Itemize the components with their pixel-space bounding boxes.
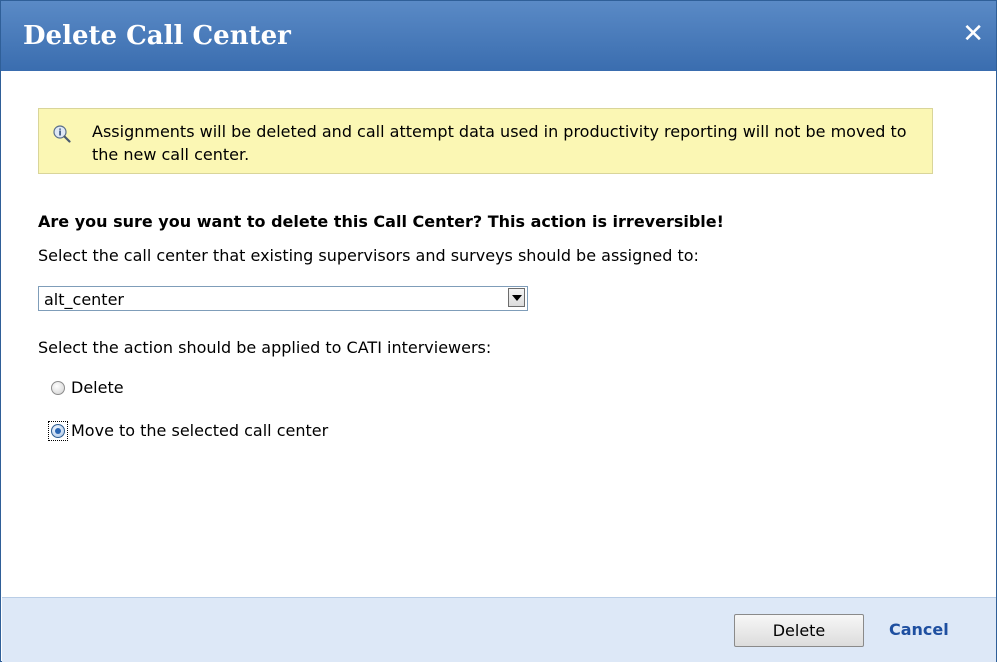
radio-option-move[interactable]: Move to the selected call center [48,420,329,441]
radio-move-label: Move to the selected call center [71,421,329,440]
info-magnifier-icon: i [53,125,71,143]
radio-move-focus [48,420,68,441]
delete-button[interactable]: Delete [734,614,864,647]
dialog-footer: Delete Cancel [2,597,996,662]
call-center-select-value: alt_center [44,290,124,309]
cati-action-label: Select the action should be applied to C… [38,338,492,357]
dialog-titlebar: Delete Call Center ✕ [1,1,996,71]
dialog-content: i Assignments will be deleted and call a… [38,108,976,441]
notice-text: Assignments will be deleted and call att… [92,122,907,164]
chevron-down-icon[interactable] [508,288,525,307]
close-icon[interactable]: ✕ [962,21,984,47]
radio-delete[interactable] [51,380,65,395]
delete-call-center-dialog: Delete Call Center ✕ i Assignments will … [0,0,997,662]
svg-text:i: i [58,129,61,139]
radio-option-delete[interactable]: Delete [51,378,124,397]
radio-move[interactable] [51,423,65,438]
radio-delete-label: Delete [71,378,124,397]
warning-notice: i Assignments will be deleted and call a… [38,108,933,174]
call-center-select-label: Select the call center that existing sup… [38,246,699,265]
cancel-button[interactable]: Cancel [889,620,949,639]
call-center-select[interactable]: alt_center [38,286,528,311]
dialog-title: Delete Call Center [23,21,291,51]
confirmation-question: Are you sure you want to delete this Cal… [38,212,724,231]
